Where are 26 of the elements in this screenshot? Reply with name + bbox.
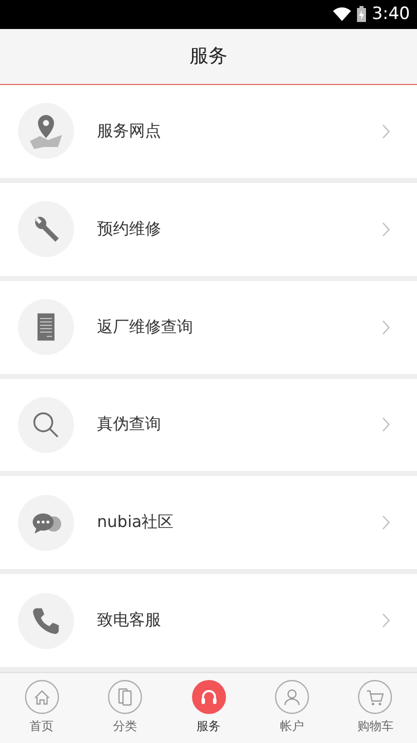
headset-icon[interactable] bbox=[192, 680, 226, 714]
tab-label[interactable]: 服务 bbox=[196, 718, 221, 736]
menu-item-label[interactable]: 致电客服 bbox=[97, 610, 382, 632]
menu-item-label[interactable]: 真伪查询 bbox=[97, 414, 382, 436]
phones-icon[interactable] bbox=[108, 680, 142, 714]
menu-item-label[interactable]: 预约维修 bbox=[97, 218, 382, 240]
chevron-right-icon bbox=[382, 124, 390, 139]
status-time: 3:40 bbox=[372, 4, 410, 24]
chevron-right-icon bbox=[382, 222, 390, 237]
menu-item-label[interactable]: 服务网点 bbox=[97, 120, 382, 142]
person-icon[interactable] bbox=[274, 680, 309, 714]
page-title: 服务 bbox=[190, 44, 228, 70]
chevron-right-icon bbox=[382, 515, 390, 530]
wifi-icon bbox=[332, 7, 351, 22]
chevron-right-icon bbox=[382, 613, 390, 628]
tab-label[interactable]: 首页 bbox=[30, 718, 54, 736]
tab-label[interactable]: 分类 bbox=[113, 718, 138, 736]
home-icon[interactable] bbox=[24, 680, 59, 714]
menu-item-label[interactable]: nubia社区 bbox=[97, 512, 382, 534]
cart-icon[interactable] bbox=[358, 680, 392, 714]
chevron-right-icon bbox=[382, 320, 390, 335]
tab-label[interactable]: 帐户 bbox=[280, 718, 304, 736]
menu-item-label[interactable]: 返厂维修查询 bbox=[97, 316, 382, 338]
tab-label[interactable]: 购物车 bbox=[357, 718, 394, 736]
chevron-right-icon bbox=[382, 417, 390, 432]
battery-icon bbox=[356, 6, 366, 22]
